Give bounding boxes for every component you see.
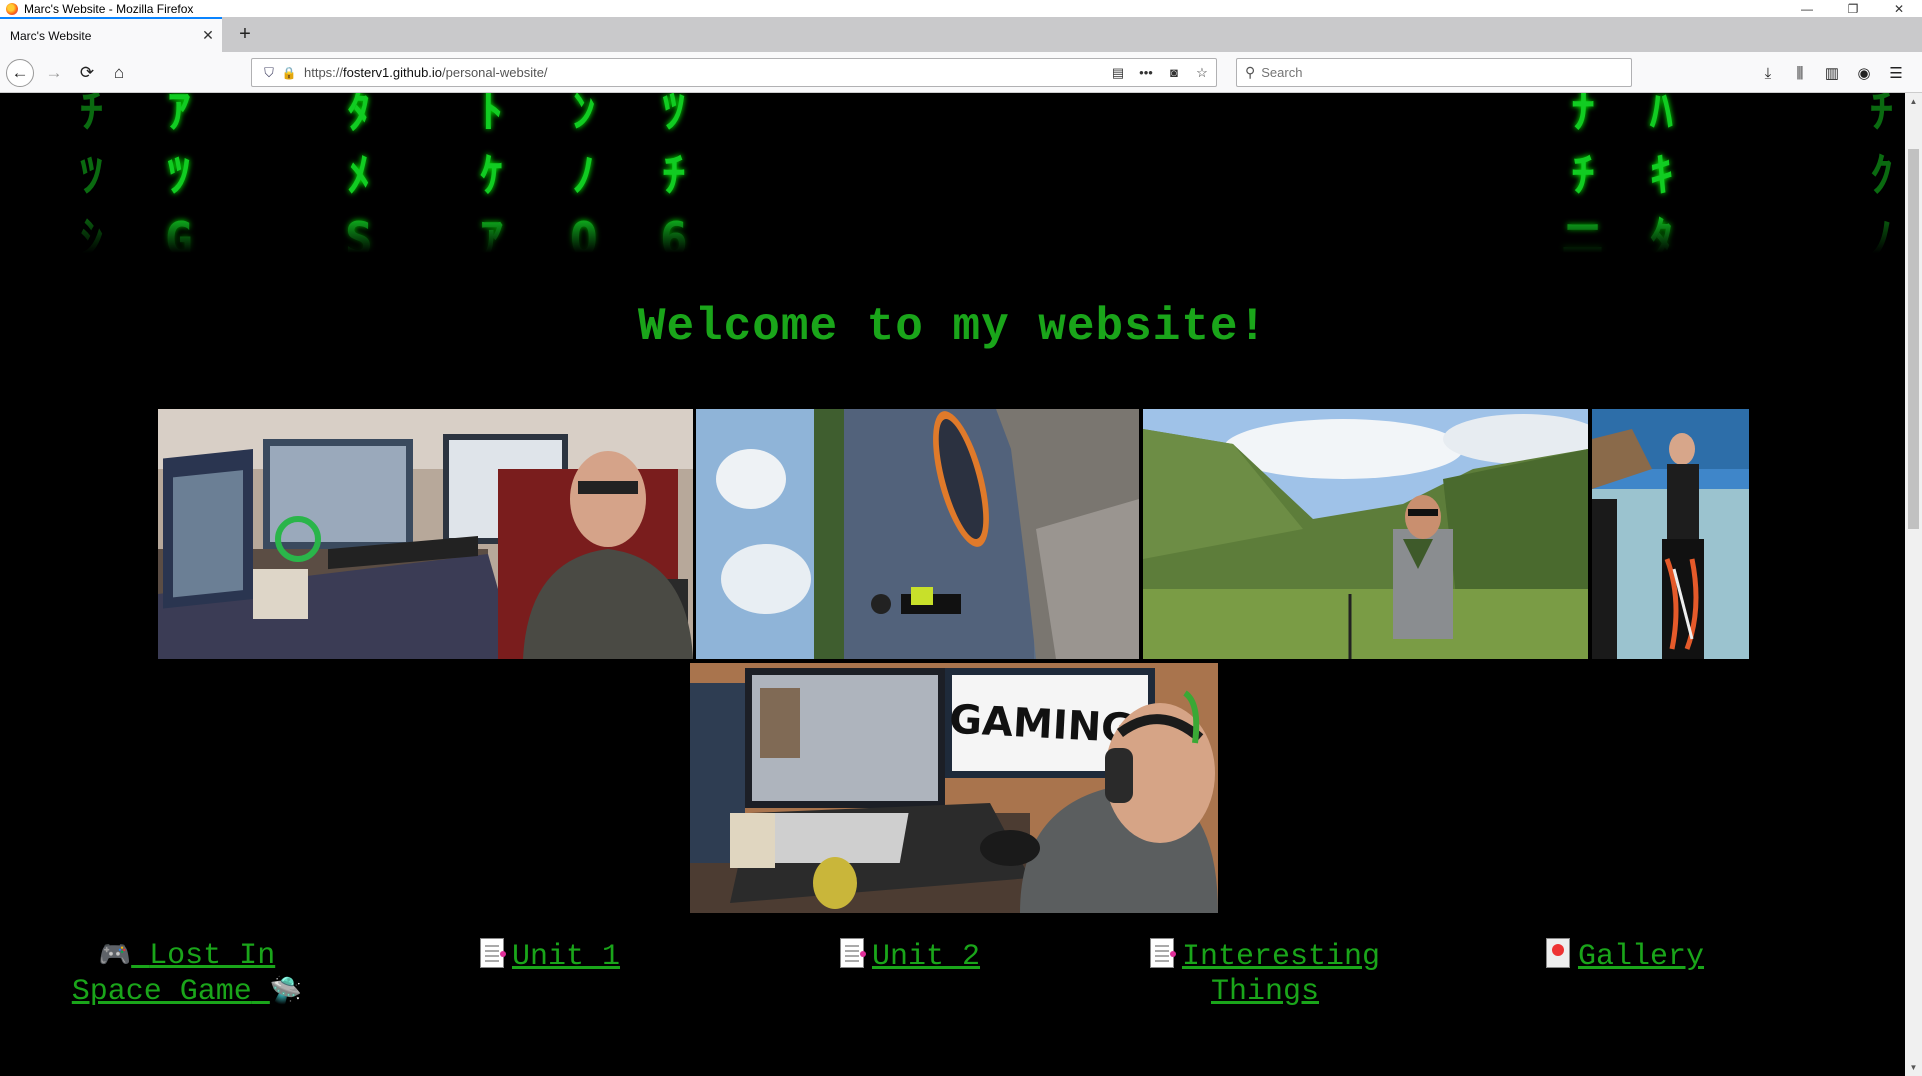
window-title: Marc's Website - Mozilla Firefox bbox=[24, 1, 194, 16]
close-tab-icon[interactable]: ✕ bbox=[198, 27, 218, 44]
desk-setup-photo bbox=[158, 409, 693, 659]
scroll-down-icon[interactable]: ▼ bbox=[1905, 1059, 1922, 1076]
page-viewport: ﾁﾂｼｱﾂGﾀﾒSﾄｹｱﾝﾉQﾂﾁ6ﾅﾁニﾊｷﾀﾁｸﾉ Welcome to m… bbox=[0, 93, 1905, 1076]
window-titlebar: Marc's Website - Mozilla Firefox — ❐ ✕ bbox=[0, 0, 1922, 17]
sidebar-icon[interactable]: ▥ bbox=[1816, 59, 1848, 87]
matrix-glyph: ﾁ bbox=[662, 148, 686, 202]
unit-2-link[interactable]: Unit 2 bbox=[815, 938, 1005, 975]
document-icon bbox=[479, 938, 506, 968]
matrix-glyph: ﾉ bbox=[572, 148, 596, 202]
back-button[interactable]: ← bbox=[6, 59, 34, 87]
document-icon bbox=[1149, 938, 1176, 968]
tab-marcs-website[interactable]: Marc's Website ✕ bbox=[0, 17, 222, 52]
matrix-glyph: ﾁ bbox=[1571, 148, 1595, 202]
tab-strip: Marc's Website ✕ + bbox=[0, 17, 1922, 52]
matrix-glyph: ﾂ bbox=[80, 148, 103, 202]
account-icon[interactable]: ◉ bbox=[1848, 59, 1880, 87]
reader-view-icon[interactable]: ▤ bbox=[1104, 65, 1132, 81]
gallery-icon bbox=[1545, 938, 1570, 968]
paddleboard-lake-photo bbox=[696, 409, 1139, 659]
search-input[interactable] bbox=[1261, 65, 1602, 80]
lock-icon[interactable]: 🔒 bbox=[280, 66, 298, 80]
restore-button[interactable]: ❐ bbox=[1830, 0, 1876, 17]
window-controls: — ❐ ✕ bbox=[1784, 0, 1922, 17]
matrix-glyph: ｷ bbox=[1650, 148, 1673, 202]
matrix-glyph: ﾄ bbox=[480, 93, 503, 138]
matrix-glyph: ﾁ bbox=[1870, 93, 1893, 138]
matrix-glyph: ﾝ bbox=[572, 93, 596, 138]
minimize-button[interactable]: — bbox=[1784, 0, 1830, 17]
new-tab-button[interactable]: + bbox=[232, 21, 258, 47]
url-text[interactable]: https://fosterv1.github.io/personal-webs… bbox=[304, 65, 1104, 80]
matrix-glyph: ﾅ bbox=[1571, 93, 1595, 138]
interesting-things-link[interactable]: Interesting Things bbox=[1130, 938, 1400, 1010]
page-heading: Welcome to my website! bbox=[637, 301, 1268, 353]
matrix-glyph: ﾂ bbox=[167, 148, 191, 202]
scrollbar-thumb[interactable] bbox=[1908, 149, 1919, 529]
document-icon bbox=[839, 938, 866, 968]
home-button[interactable]: ⌂ bbox=[105, 59, 133, 87]
gaming-setup-photo: GAMING! bbox=[690, 663, 1218, 913]
matrix-glyph: ﾂ bbox=[662, 93, 686, 138]
library-icon[interactable]: ⫼ bbox=[1784, 59, 1816, 87]
gamepad-icon: 🎮 bbox=[98, 940, 132, 970]
tracking-shield-icon[interactable]: ⛉ bbox=[258, 65, 280, 81]
matrix-glyph: ｹ bbox=[480, 148, 503, 202]
url-bar[interactable]: ⛉ 🔒 https://fosterv1.github.io/personal-… bbox=[251, 58, 1217, 87]
menu-icon[interactable]: ☰ bbox=[1880, 59, 1912, 87]
reload-button[interactable]: ⟳ bbox=[73, 59, 101, 87]
page-actions-icon[interactable]: ••• bbox=[1132, 65, 1160, 80]
matrix-glyph: ﾁ bbox=[80, 93, 103, 138]
matrix-rain-banner: ﾁﾂｼｱﾂGﾀﾒSﾄｹｱﾝﾉQﾂﾁ6ﾅﾁニﾊｷﾀﾁｸﾉ bbox=[0, 93, 1905, 253]
forward-button[interactable]: → bbox=[40, 59, 68, 87]
toolbar-buttons: ⤓ ⫼ ▥ ◉ ☰ bbox=[1752, 59, 1912, 87]
matrix-glyph: ｱ bbox=[167, 93, 191, 138]
matrix-fade bbox=[0, 213, 1905, 253]
close-window-button[interactable]: ✕ bbox=[1876, 0, 1922, 17]
ufo-icon: 🛸 bbox=[269, 976, 303, 1006]
matrix-glyph: ﾒ bbox=[347, 148, 371, 202]
page-scrollbar[interactable]: ▲ ▼ bbox=[1905, 93, 1922, 1076]
search-bar[interactable]: ⚲ bbox=[1236, 58, 1632, 87]
downloads-icon[interactable]: ⤓ bbox=[1752, 59, 1784, 87]
search-icon: ⚲ bbox=[1245, 64, 1256, 80]
scroll-up-icon[interactable]: ▲ bbox=[1905, 93, 1922, 110]
firefox-logo-icon bbox=[6, 2, 18, 15]
mountain-hiking-photo bbox=[1143, 409, 1588, 659]
matrix-glyph: ﾊ bbox=[1650, 93, 1673, 138]
pocket-icon[interactable]: ◙ bbox=[1160, 65, 1188, 80]
bookmark-star-icon[interactable]: ☆ bbox=[1188, 65, 1216, 81]
beach-wakeboard-photo bbox=[1592, 409, 1749, 659]
matrix-glyph: ｸ bbox=[1870, 148, 1893, 202]
lost-in-space-game-link[interactable]: 🎮 Lost In Space Game 🛸 bbox=[62, 938, 312, 1010]
tab-title: Marc's Website bbox=[10, 28, 92, 43]
matrix-glyph: ﾀ bbox=[347, 93, 371, 138]
unit-1-link[interactable]: Unit 1 bbox=[455, 938, 645, 975]
gallery-link[interactable]: Gallery bbox=[1530, 938, 1720, 975]
nav-bar: ← → ⟳ ⌂ ⛉ 🔒 https://fosterv1.github.io/p… bbox=[0, 52, 1922, 93]
